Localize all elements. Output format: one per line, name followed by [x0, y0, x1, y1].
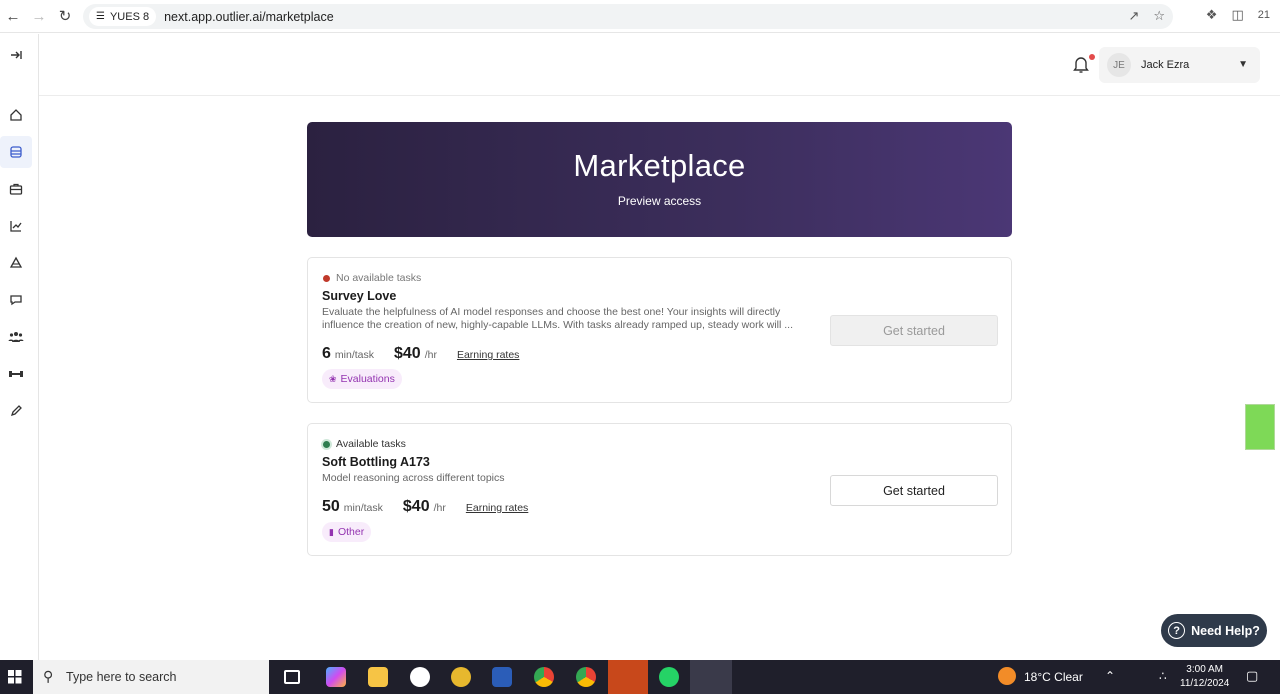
project-stats: 6 min/task $40 /hr Earning rates — [322, 345, 519, 363]
tune-icon: ☰ — [96, 11, 105, 22]
clock-date: 11/12/2024 — [1180, 678, 1230, 689]
need-help-button[interactable]: ? Need Help? — [1161, 614, 1267, 647]
windows-taskbar: ⚲ Type here to search 18°C Clear ⌃ ∴ 3:0… — [0, 660, 1280, 694]
get-started-button[interactable]: Get started — [830, 315, 998, 346]
status-indicator: Available tasks — [323, 438, 406, 450]
briefcase-icon[interactable] — [0, 173, 32, 205]
clock-time: 3:00 AM — [1186, 664, 1223, 675]
task-view-icon[interactable] — [284, 670, 300, 684]
notification-dot — [1089, 54, 1095, 60]
minutes-unit: min/task — [334, 349, 374, 361]
address-bar[interactable]: ☰ YUES 8 next.app.outlier.ai/marketplace… — [83, 4, 1173, 29]
minutes-per-task: 6 — [322, 345, 331, 362]
user-name: Jack Ezra — [1141, 59, 1190, 71]
marketplace-banner: Marketplace Preview access — [307, 122, 1012, 237]
floating-extension-widget[interactable] — [1245, 404, 1275, 450]
question-icon: ? — [1168, 622, 1186, 639]
caret-down-icon: ▼ — [1238, 59, 1248, 70]
tag-label: Evaluations — [340, 373, 395, 385]
whatsapp-icon[interactable] — [410, 667, 430, 687]
project-title: Survey Love — [322, 289, 397, 303]
word-icon[interactable] — [492, 667, 512, 687]
avatar: JE — [1107, 53, 1131, 77]
home-icon[interactable] — [0, 99, 32, 131]
hourly-rate: $40 — [394, 345, 421, 362]
weather-icon — [998, 667, 1016, 685]
layers-icon[interactable] — [0, 247, 32, 279]
status-dot — [323, 274, 330, 282]
expand-sidebar-icon[interactable] — [0, 39, 32, 71]
category-tag: ▮ Other — [322, 522, 372, 542]
status-text: No available tasks — [336, 272, 422, 284]
back-icon[interactable]: ← — [0, 3, 26, 29]
tag-label: Other — [337, 526, 365, 538]
notification-center-icon[interactable]: ▢ — [1246, 668, 1258, 684]
project-card: Available tasks Soft Bottling A173 Model… — [307, 423, 1012, 556]
project-card: No available tasks Survey Love Evaluate … — [307, 257, 1012, 403]
user-menu[interactable]: JE Jack Ezra ▼ — [1099, 47, 1260, 83]
community-icon[interactable] — [0, 321, 32, 353]
hourly-rate: $40 — [402, 498, 430, 515]
analytics-icon[interactable] — [0, 210, 32, 242]
chrome-profile-icon[interactable] — [576, 667, 596, 687]
need-help-label: Need Help? — [1191, 623, 1260, 638]
earning-rates-link[interactable]: Earning rates — [466, 502, 528, 514]
minutes-unit: min/task — [343, 502, 383, 514]
whatsapp-desktop-icon[interactable] — [659, 667, 679, 687]
bookmark-star-icon[interactable]: ☆ — [1153, 8, 1165, 24]
tab-count[interactable]: 21 — [1258, 9, 1270, 21]
chrome-icon[interactable] — [534, 667, 554, 687]
wifi-icon[interactable]: ∴ — [1159, 669, 1167, 683]
page-subtitle: Preview access — [617, 194, 702, 208]
search-icon: ⚲ — [43, 668, 54, 684]
url-text[interactable]: next.app.outlier.ai/marketplace — [164, 10, 334, 24]
marketplace-icon[interactable] — [0, 136, 32, 168]
taskbar-search-placeholder: Type here to search — [66, 670, 177, 684]
status-dot — [323, 440, 330, 448]
project-title: Soft Bottling A173 — [322, 455, 430, 469]
acrobat-icon[interactable] — [608, 660, 648, 694]
get-started-button[interactable]: Get started — [830, 475, 998, 506]
copilot-icon[interactable] — [326, 667, 346, 687]
system-clock[interactable]: 3:00 AM 11/12/2024 — [1180, 663, 1229, 691]
status-indicator: No available tasks — [323, 272, 421, 284]
site-chip-label: YUES 8 — [109, 10, 150, 23]
taskbar-search[interactable]: ⚲ Type here to search — [33, 660, 269, 694]
app-header: JE Jack Ezra ▼ — [39, 34, 1280, 96]
windows-start-icon[interactable] — [0, 660, 30, 694]
status-text: Available tasks — [336, 438, 406, 450]
page-title: Marketplace — [573, 148, 746, 183]
app-icon[interactable] — [451, 667, 471, 687]
project-description: Evaluate the helpfulness of AI model res… — [322, 306, 793, 331]
category-tag: ❀ Evaluations — [322, 369, 402, 389]
sidebar — [0, 34, 39, 660]
training-icon[interactable] — [0, 358, 32, 390]
active-browser-icon[interactable] — [690, 660, 732, 694]
browser-toolbar: ← → ↻ ☰ YUES 8 next.app.outlier.ai/marke… — [0, 0, 1280, 33]
earning-rates-link[interactable]: Earning rates — [457, 349, 519, 361]
project-stats: 50 min/task $40 /hr Earning rates — [322, 498, 528, 516]
weather-widget[interactable]: 18°C Clear — [1024, 670, 1083, 684]
rate-unit: /hr — [433, 502, 446, 514]
share-icon[interactable]: ↗ — [1128, 8, 1139, 24]
reload-icon[interactable]: ↻ — [52, 3, 78, 29]
folder-icon: ▮ — [329, 526, 334, 537]
site-info-chip[interactable]: ☰ YUES 8 — [89, 7, 157, 26]
rate-unit: /hr — [424, 349, 437, 361]
chat-icon[interactable] — [0, 284, 32, 316]
brain-icon: ❀ — [329, 373, 337, 384]
extensions-icon[interactable]: ❖ — [1206, 7, 1218, 23]
minutes-per-task: 50 — [322, 498, 340, 515]
project-description: Model reasoning across different topics — [322, 472, 505, 484]
chevron-up-icon[interactable]: ⌃ — [1105, 669, 1115, 683]
side-panel-icon[interactable]: ◫ — [1231, 7, 1243, 23]
pen-icon[interactable] — [0, 395, 32, 427]
forward-icon[interactable]: → — [26, 3, 52, 29]
file-explorer-icon[interactable] — [368, 667, 388, 687]
